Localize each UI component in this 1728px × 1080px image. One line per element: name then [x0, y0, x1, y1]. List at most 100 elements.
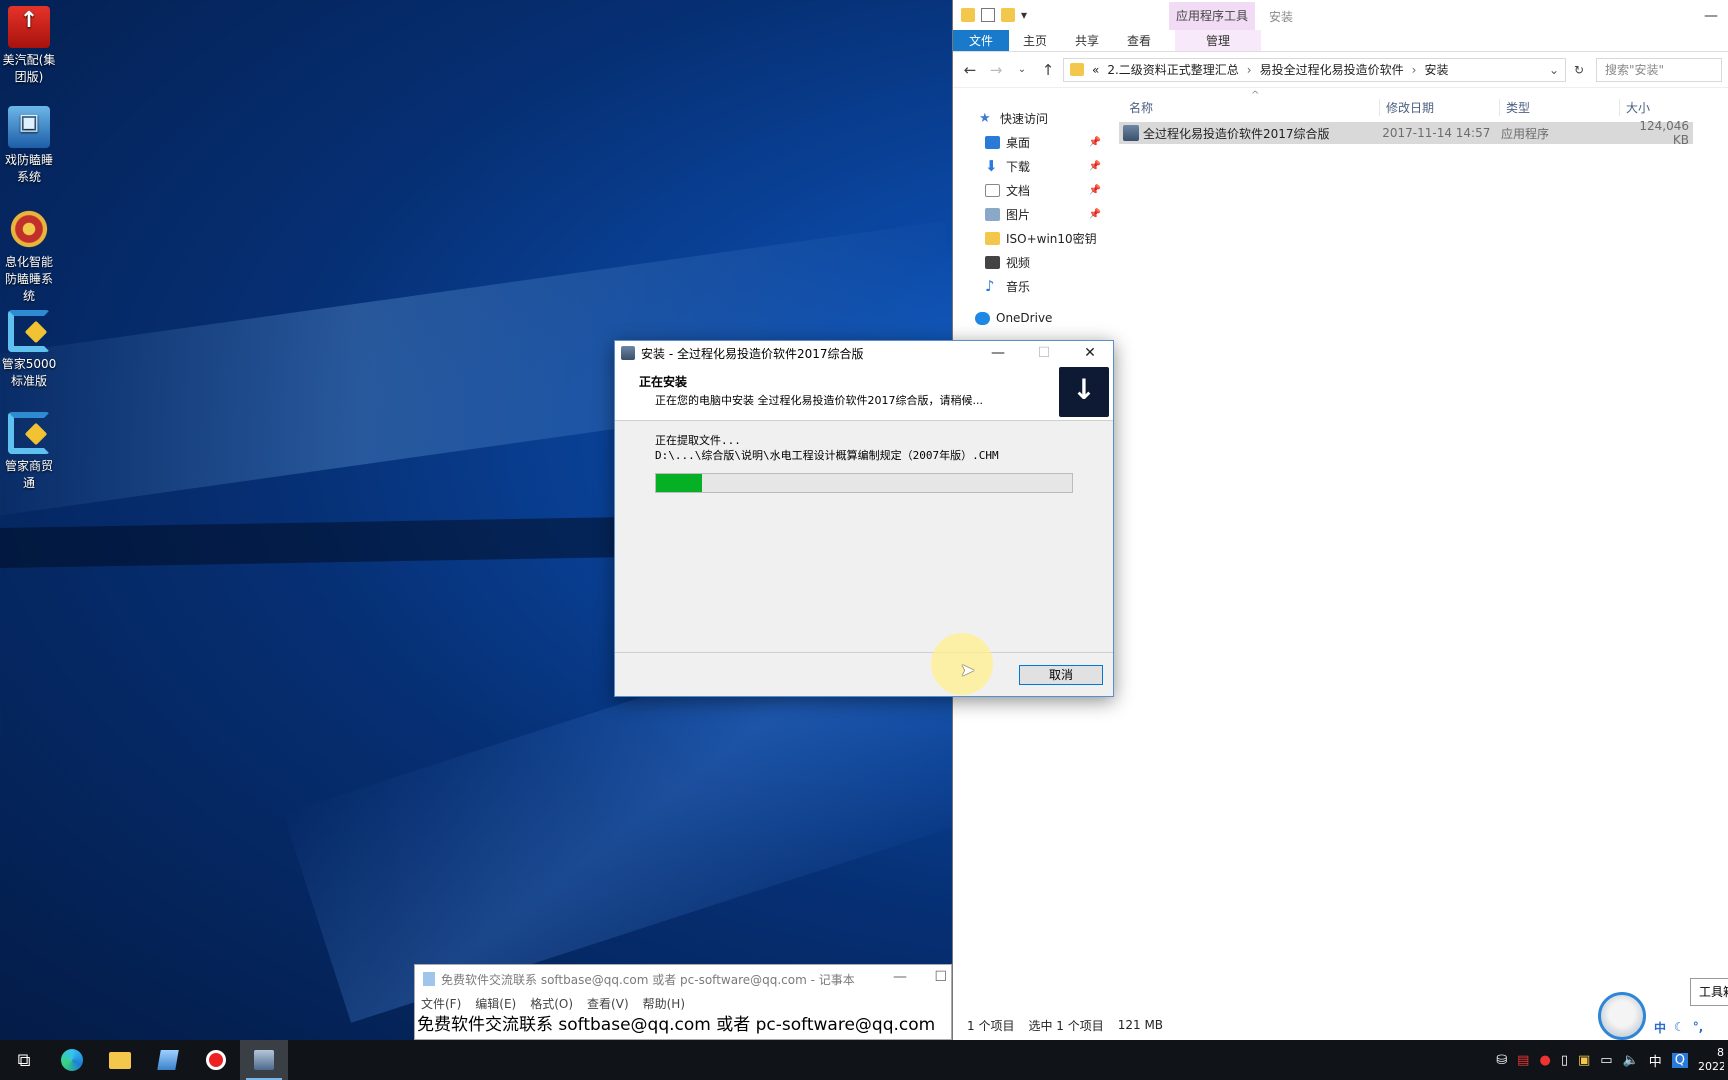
nav-onedrive[interactable]: OneDrive	[953, 306, 1109, 330]
desktop-icon-label: 戏防瞌睡系统	[4, 153, 53, 184]
menu-file[interactable]: 文件(F)	[421, 995, 461, 1012]
record-icon[interactable]: ●	[1539, 1053, 1550, 1068]
menu-format[interactable]: 格式(O)	[530, 995, 573, 1012]
monitor-icon[interactable]: ▭	[1600, 1053, 1612, 1068]
nav-documents[interactable]: 文档 📌	[953, 178, 1109, 202]
installer-icon[interactable]	[240, 1040, 288, 1080]
chevron-down-icon[interactable]: ⌄	[1549, 63, 1559, 77]
volume-icon[interactable]: 🔈	[1623, 1053, 1639, 1068]
selected-count: 选中 1 个项目	[1028, 1018, 1104, 1033]
nav-quick-access[interactable]: ★ 快速访问	[953, 106, 1109, 130]
notepad-window: 免费软件交流联系 softbase@qq.com 或者 pc-software@…	[414, 964, 952, 1040]
nav-downloads[interactable]: ⬇ 下载 📌	[953, 154, 1109, 178]
tab-share[interactable]: 共享	[1061, 30, 1113, 51]
file-size: 124,046 KB	[1639, 119, 1689, 147]
notepad-icon[interactable]	[144, 1040, 192, 1080]
ime-mode[interactable]: 中	[1654, 1019, 1666, 1036]
task-view-icon[interactable]: ⧉	[0, 1040, 48, 1080]
tab-home[interactable]: 主页	[1009, 30, 1061, 51]
properties-icon[interactable]	[981, 8, 995, 22]
desktop-icon-guanjia-trade[interactable]: 管家商贸通	[0, 412, 58, 492]
file-row[interactable]: 全过程化易投造价软件2017综合版 2017-11-14 14:57 应用程序 …	[1119, 119, 1693, 147]
file-type: 应用程序	[1501, 126, 1550, 141]
tab-manage[interactable]: 管理	[1175, 30, 1262, 51]
clock[interactable]: 8 2022	[1698, 1046, 1724, 1074]
column-headers: ^ 名称 修改日期 类型 大小	[1119, 90, 1728, 118]
breadcrumb-item[interactable]: 安装	[1424, 61, 1448, 78]
pdf-icon[interactable]: ▤	[1517, 1053, 1529, 1068]
system-tray: ⛁ ▤ ● ▯ ▣ ▭ 🔈 中 Q 8 2022	[1496, 1040, 1728, 1080]
menu-edit[interactable]: 编辑(E)	[475, 995, 516, 1012]
quick-access-toolbar: ▾	[953, 0, 1728, 30]
dialog-titlebar: 安装 - 全过程化易投造价软件2017综合版 — ☐ ✕	[615, 341, 1113, 365]
tab-file[interactable]: 文件	[953, 30, 1010, 51]
nav-videos[interactable]: 视频	[953, 250, 1109, 274]
back-arrow-icon[interactable]: ←	[959, 61, 981, 79]
forward-arrow-icon[interactable]: →	[985, 61, 1007, 79]
toolbox-button[interactable]: 工具箱	[1690, 978, 1728, 1006]
recent-locations-icon[interactable]: ⌄	[1011, 64, 1033, 75]
selected-size: 121 MB	[1117, 1018, 1164, 1032]
search-input[interactable]: 搜索"安装"	[1596, 57, 1722, 82]
column-header-date[interactable]: 修改日期	[1379, 98, 1499, 116]
breadcrumb-item[interactable]: 2.二级资料正式整理汇总	[1107, 61, 1238, 78]
moon-icon[interactable]: ☾	[1674, 1020, 1685, 1034]
item-count: 1 个项目	[967, 1018, 1015, 1033]
network-icon[interactable]: ▣	[1578, 1053, 1590, 1068]
punctuation-icon[interactable]: °,	[1693, 1020, 1704, 1034]
desktop-icon-label: 美汽配(集团版)	[2, 53, 56, 84]
ime-toolbar[interactable]: 中 ☾ °,	[1648, 1016, 1728, 1038]
notepad-menubar: 文件(F) 编辑(E) 格式(O) 查看(V) 帮助(H)	[415, 993, 951, 1013]
usb-icon[interactable]: ▯	[1561, 1053, 1568, 1068]
breadcrumb-item[interactable]: 易投全过程化易投造价软件	[1260, 61, 1404, 78]
maximize-button[interactable]: ☐	[934, 969, 947, 985]
tray-ime[interactable]: 中	[1649, 1051, 1662, 1070]
notepad-icon	[423, 972, 435, 986]
pin-icon: 📌	[1088, 208, 1101, 220]
current-file: D:\...\综合版\说明\水电工程设计概算编制规定（2007年版）.CHM	[655, 449, 999, 462]
column-header-size[interactable]: 大小	[1619, 98, 1699, 116]
new-folder-icon[interactable]	[1001, 8, 1015, 22]
nav-pictures[interactable]: 图片 📌	[953, 202, 1109, 226]
menu-help[interactable]: 帮助(H)	[643, 995, 685, 1012]
cloud-icon	[975, 311, 990, 325]
clock-time: 8	[1717, 1046, 1724, 1059]
assistant-robot-icon[interactable]	[1598, 992, 1646, 1040]
chevron-down-icon[interactable]: ▾	[1021, 8, 1027, 22]
column-header-type[interactable]: 类型	[1499, 98, 1619, 116]
network-drive-icon[interactable]: ⛁	[1496, 1053, 1507, 1068]
record-icon[interactable]	[192, 1040, 240, 1080]
file-name: 全过程化易投造价软件2017综合版	[1143, 126, 1330, 141]
context-tab-app-tools: 应用程序工具	[1169, 2, 1255, 30]
minimize-button[interactable]: —	[893, 969, 907, 985]
address-bar[interactable]: « 2.二级资料正式整理汇总 › 易投全过程化易投造价软件 › 安装 ⌄	[1063, 57, 1566, 82]
desktop-icon-smart-anti-sleep[interactable]: 息化智能防瞌睡系统	[0, 208, 58, 305]
minimize-button[interactable]: —	[975, 341, 1021, 365]
dialog-header: 正在安装 正在您的电脑中安装 全过程化易投造价软件2017综合版，请稍候...	[615, 365, 1113, 421]
computer-icon	[8, 106, 50, 148]
edge-icon[interactable]	[48, 1040, 96, 1080]
nav-iso-folder[interactable]: ISO+win10密钥	[953, 226, 1109, 250]
nav-label: 文档	[1006, 183, 1031, 198]
tab-view[interactable]: 查看	[1113, 30, 1165, 51]
progress-fill	[656, 474, 702, 492]
breadcrumb-overflow[interactable]: «	[1092, 63, 1099, 77]
qq-icon[interactable]: Q	[1671, 1052, 1688, 1068]
refresh-icon[interactable]: ↻	[1570, 63, 1588, 77]
folder-icon[interactable]	[961, 8, 975, 22]
file-explorer-icon[interactable]	[96, 1040, 144, 1080]
folder-icon	[1070, 63, 1084, 76]
menu-view[interactable]: 查看(V)	[587, 995, 629, 1012]
desktop-icon-anti-sleep[interactable]: 戏防瞌睡系统	[0, 106, 58, 186]
close-button[interactable]: ✕	[1067, 341, 1113, 365]
minimize-button[interactable]: —	[1704, 8, 1718, 24]
notepad-text[interactable]: 免费软件交流联系 softbase@qq.com 或者 pc-software@…	[415, 1013, 951, 1037]
nav-label: 图片	[1006, 207, 1031, 222]
cancel-button[interactable]: 取消	[1019, 665, 1103, 685]
column-header-name[interactable]: 名称	[1119, 99, 1379, 116]
nav-desktop[interactable]: 桌面 📌	[953, 130, 1109, 154]
up-arrow-icon[interactable]: ↑	[1037, 61, 1059, 79]
nav-music[interactable]: ♪ 音乐	[953, 274, 1109, 298]
desktop-icon-meiqipei[interactable]: 美汽配(集团版)	[0, 6, 58, 86]
desktop-icon-guanjia5000[interactable]: 管家5000标准版	[0, 310, 58, 390]
